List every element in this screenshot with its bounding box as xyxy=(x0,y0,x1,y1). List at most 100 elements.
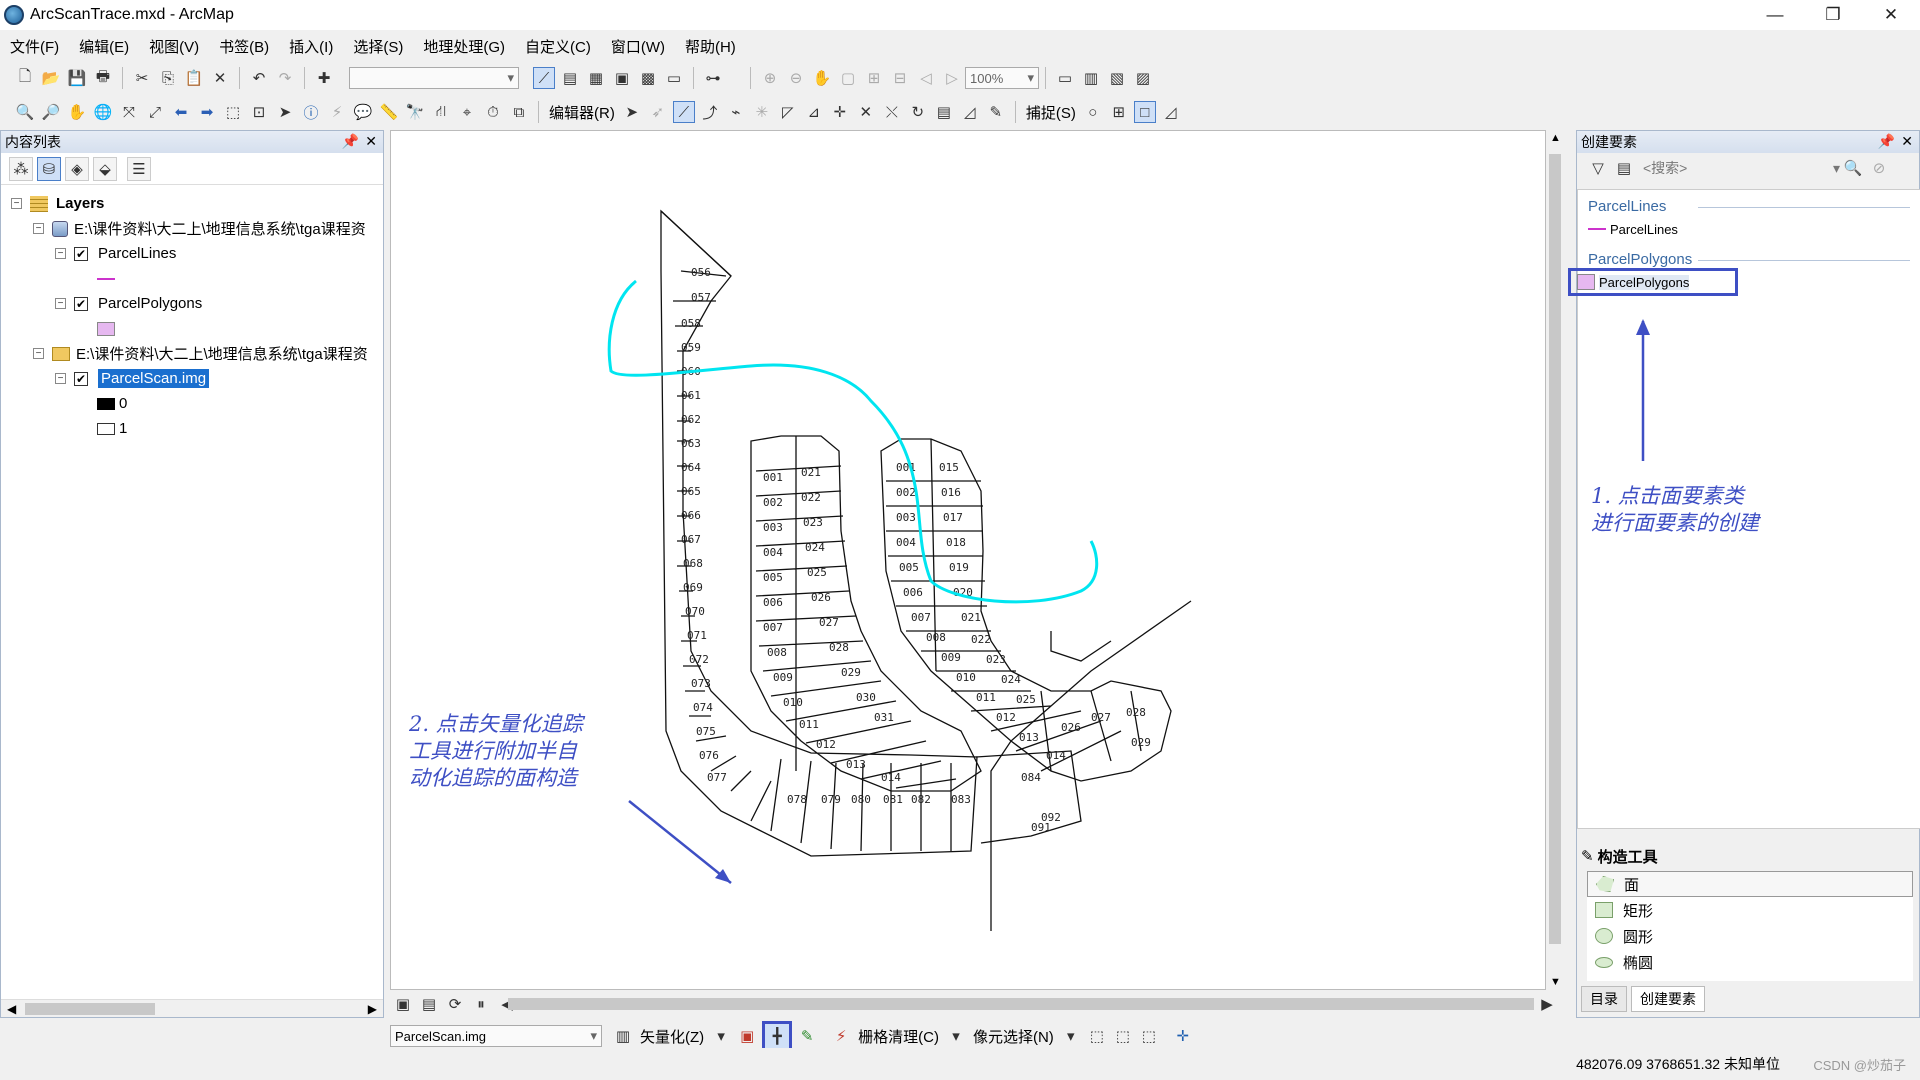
toc-horizontal-scrollbar[interactable]: ◀ ▶ xyxy=(1,999,383,1017)
pause-drawing-icon[interactable]: ⏸ xyxy=(470,993,492,1015)
toc-options-icon[interactable]: ☰ xyxy=(127,156,151,181)
vectorization-trace-icon[interactable]: ╋ xyxy=(762,1021,793,1051)
menu-help[interactable]: 帮助(H) xyxy=(685,36,736,57)
layer-visibility-checkbox[interactable]: ✔ xyxy=(74,246,88,261)
layout-fixed-zoom-out-icon[interactable]: ⊟ xyxy=(889,67,911,89)
save-icon[interactable]: 💾 xyxy=(66,67,88,89)
trace-icon[interactable]: ⌁ xyxy=(725,101,747,123)
layout-forward-icon[interactable]: ▷ xyxy=(941,67,963,89)
pan-icon[interactable]: ✋ xyxy=(66,101,88,123)
scroll-right-icon[interactable]: ▶ xyxy=(1536,993,1558,1015)
time-slider-icon[interactable]: ⏱ xyxy=(482,101,504,123)
cut-icon[interactable]: ✂ xyxy=(131,67,153,89)
raster-line-width-icon[interactable]: ✛ xyxy=(1172,1025,1194,1047)
search-window-icon[interactable]: ▣ xyxy=(611,67,633,89)
rotate-icon[interactable]: ↻ xyxy=(907,101,929,123)
collapse-icon[interactable]: − xyxy=(55,248,66,259)
filter-templates-icon[interactable]: ▽ xyxy=(1587,157,1609,179)
scroll-up-icon[interactable]: ▲ xyxy=(1550,132,1561,144)
raster-cleanup-icon[interactable]: ⚡ xyxy=(830,1025,852,1047)
end-snapping-icon[interactable]: ⊞ xyxy=(1108,101,1130,123)
layout-fixed-zoom-in-icon[interactable]: ⊞ xyxy=(863,67,885,89)
edge-snapping-icon[interactable]: ◿ xyxy=(1160,101,1182,123)
hyperlink-icon[interactable]: ⚡ xyxy=(326,101,348,123)
undo-icon[interactable]: ↶ xyxy=(248,67,270,89)
full-extent-icon[interactable]: 🌐 xyxy=(92,101,114,123)
python-window-icon[interactable]: ▭ xyxy=(663,67,685,89)
find-route-icon[interactable]: ⛙ xyxy=(430,101,452,123)
raster-layer-combo[interactable]: ParcelScan.img xyxy=(390,1025,602,1047)
layers-root[interactable]: − Layers xyxy=(11,191,383,216)
layout-zoom-combo[interactable]: 100% xyxy=(965,67,1039,89)
measure-icon[interactable]: 📏 xyxy=(378,101,400,123)
layout-zoom-out-icon[interactable]: ⊖ xyxy=(785,67,807,89)
layout-zoom-in-icon[interactable]: ⊕ xyxy=(759,67,781,89)
clear-selection-icon[interactable]: ⊡ xyxy=(248,101,270,123)
scroll-right-icon[interactable]: ▶ xyxy=(368,1002,377,1016)
close-panel-icon[interactable]: ✕ xyxy=(365,133,377,150)
identify-icon[interactable]: ⓘ xyxy=(300,101,322,123)
menu-selection[interactable]: 选择(S) xyxy=(353,36,403,57)
paste-icon[interactable]: 📋 xyxy=(183,67,205,89)
focus-data-frame-icon[interactable]: ▥ xyxy=(1080,67,1102,89)
split-tool-icon[interactable]: ✕ xyxy=(855,101,877,123)
interactive-selection-icon[interactable]: ⬚ xyxy=(1112,1025,1134,1047)
snapping-menu[interactable]: 捕捉(S) xyxy=(1026,102,1076,123)
menu-geoprocessing[interactable]: 地理处理(G) xyxy=(423,36,505,57)
menu-bookmarks[interactable]: 书签(B) xyxy=(219,36,269,57)
point-snapping-icon[interactable]: ○ xyxy=(1082,101,1104,123)
list-by-drawing-order-icon[interactable]: ⁂ xyxy=(9,156,33,181)
open-folder-icon[interactable]: 📂 xyxy=(40,67,62,89)
minimize-button[interactable]: — xyxy=(1746,0,1804,30)
construction-tool-ellipse[interactable]: 椭圆 xyxy=(1587,949,1913,975)
list-by-visibility-icon[interactable]: ◈ xyxy=(65,156,89,181)
map-display[interactable]: 056 057 058 059 060 061 062 063 064 065 066 067 … xyxy=(390,130,1546,990)
map-vertical-scrollbar[interactable]: ▲ ▼ xyxy=(1546,130,1564,990)
menu-edit[interactable]: 编辑(E) xyxy=(79,36,129,57)
show-preview-icon[interactable]: ▣ xyxy=(736,1025,758,1047)
search-dropdown-icon[interactable]: ▾ xyxy=(1833,160,1840,177)
maximize-button[interactable]: ❐ xyxy=(1804,0,1862,30)
layout-pan-icon[interactable]: ✋ xyxy=(811,67,833,89)
vectorization-menu[interactable]: 矢量化(Z) xyxy=(640,1026,704,1047)
close-panel-icon[interactable]: ✕ xyxy=(1901,133,1913,150)
raster-cleanup-menu[interactable]: 栅格清理(C) xyxy=(858,1026,939,1047)
collapse-icon[interactable]: − xyxy=(55,373,66,384)
find-icon[interactable]: 🔭 xyxy=(404,101,426,123)
polygon-symbol-swatch[interactable] xyxy=(97,321,115,336)
zoom-in-icon[interactable]: 🔍 xyxy=(14,101,36,123)
collapse-icon[interactable]: − xyxy=(55,298,66,309)
layout-view-icon[interactable]: ▤ xyxy=(418,993,440,1015)
catalog-icon[interactable]: ▦ xyxy=(585,67,607,89)
collapse-icon[interactable]: − xyxy=(33,348,44,359)
create-viewer-window-icon[interactable]: ⧉ xyxy=(508,101,530,123)
vectorization-trace-between-points-icon[interactable]: ✎ xyxy=(796,1025,818,1047)
editor-menu[interactable]: 编辑器(R) xyxy=(549,102,615,123)
layer-visibility-checkbox[interactable]: ✔ xyxy=(74,371,88,386)
menu-windows[interactable]: 窗口(W) xyxy=(611,36,665,57)
edit-tool-icon[interactable]: ➤ xyxy=(621,101,643,123)
menu-view[interactable]: 视图(V) xyxy=(149,36,199,57)
sketch-properties-icon[interactable]: ◿ xyxy=(959,101,981,123)
fixed-zoom-out-icon[interactable]: ⤢ xyxy=(144,101,166,123)
list-by-source-icon[interactable]: ⛁ xyxy=(37,156,61,181)
copy-icon[interactable]: ⎘ xyxy=(157,67,179,89)
refresh-icon[interactable]: ⟳ xyxy=(444,993,466,1015)
black-value-swatch[interactable] xyxy=(97,397,115,410)
scrollbar-thumb[interactable] xyxy=(1549,154,1561,944)
add-data-icon[interactable]: ✚ xyxy=(313,67,335,89)
scrollbar-thumb[interactable] xyxy=(25,1002,155,1015)
create-features-window-icon[interactable]: ✎ xyxy=(985,101,1007,123)
scroll-down-icon[interactable]: ▼ xyxy=(1550,976,1561,988)
model-builder-icon[interactable]: ⊶ xyxy=(702,67,724,89)
toggle-draft-mode-icon[interactable]: ▭ xyxy=(1054,67,1076,89)
clear-search-icon[interactable]: ⊘ xyxy=(1868,157,1890,179)
change-layout-icon[interactable]: ▧ xyxy=(1106,67,1128,89)
layer-parcelscan[interactable]: − ✔ ParcelScan.img xyxy=(11,366,383,391)
fixed-zoom-in-icon[interactable]: ⤧ xyxy=(118,101,140,123)
collapse-icon[interactable]: − xyxy=(33,223,44,234)
vertex-snapping-icon[interactable]: □ xyxy=(1133,101,1156,123)
go-back-icon[interactable]: ⬅ xyxy=(170,101,192,123)
new-document-icon[interactable]: 🗋 xyxy=(14,67,36,89)
html-popup-icon[interactable]: 💬 xyxy=(352,101,374,123)
